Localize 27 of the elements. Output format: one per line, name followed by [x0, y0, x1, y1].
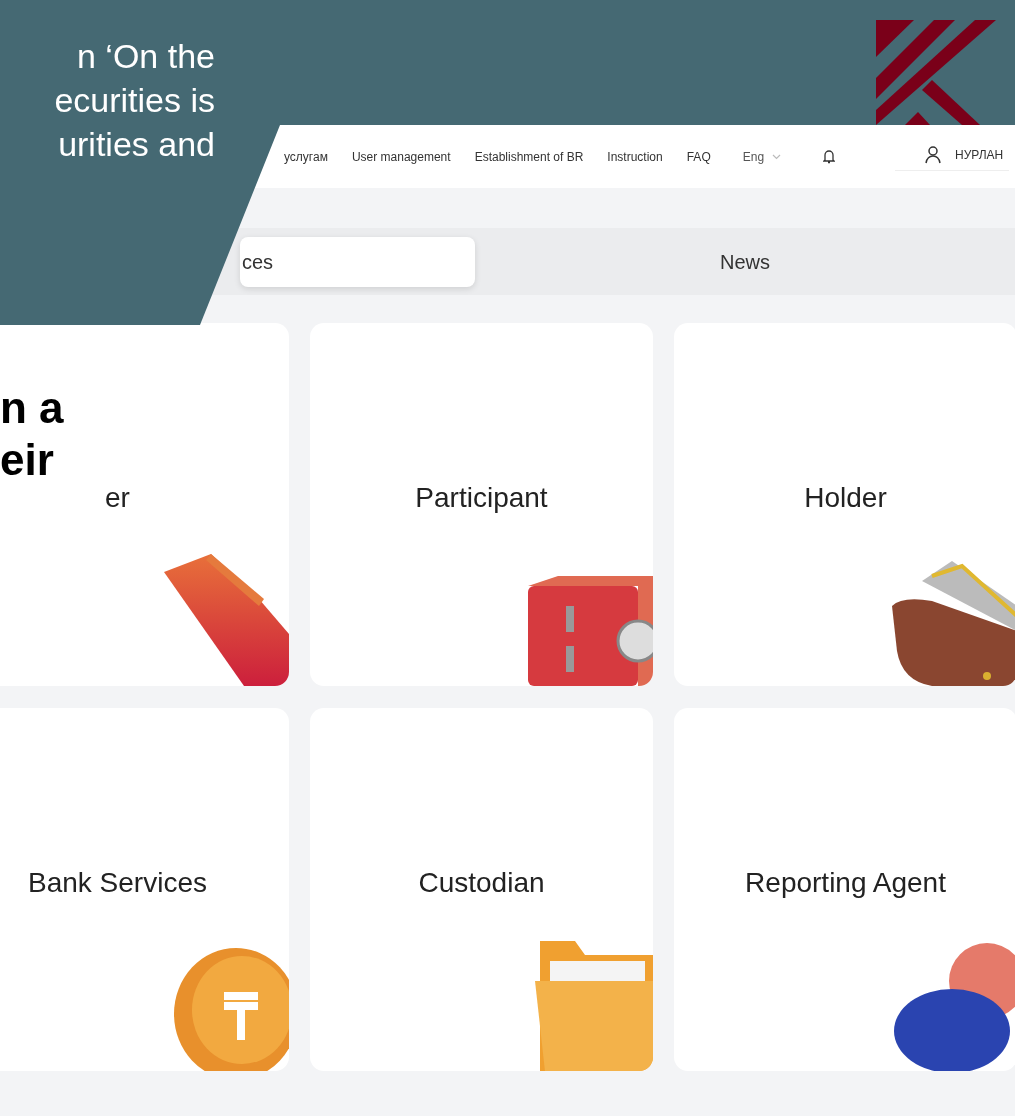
service-card[interactable]: Holder [674, 323, 1015, 686]
card-title: Participant [415, 481, 548, 515]
service-card[interactable]: Custodian [310, 708, 653, 1071]
service-card[interactable]: Bank Services [0, 708, 289, 1071]
card-title: Holder [804, 481, 887, 515]
language-dropdown[interactable]: Eng [742, 147, 782, 166]
nav-link[interactable]: услугам [284, 147, 328, 166]
bell-icon[interactable] [823, 149, 836, 164]
card-title: er [105, 481, 130, 515]
service-card[interactable]: Participant [310, 323, 653, 686]
nav-link[interactable]: FAQ [686, 147, 711, 166]
slide-bold-text-line: n a [0, 382, 64, 434]
chevron-down-icon [772, 153, 782, 160]
card-title: Bank Services [28, 866, 207, 900]
nav-link[interactable]: Instruction [607, 147, 663, 166]
slide-text-line: n ‘On the [76, 36, 215, 77]
card-title: Reporting Agent [745, 866, 946, 900]
card-title: Custodian [418, 866, 545, 900]
service-card[interactable]: Reporting Agent [674, 708, 1015, 1071]
nav-link[interactable]: Establishment of BR [474, 147, 584, 166]
tab[interactable]: News [475, 236, 1015, 287]
tab[interactable]: ces [240, 236, 475, 287]
nav-link[interactable]: User management [351, 147, 451, 166]
slide-text-line: ecurities is [53, 80, 215, 121]
user-icon [925, 146, 942, 164]
slide-bold-text-line: eir [0, 434, 55, 486]
slide-text-line: urities and [57, 124, 215, 165]
